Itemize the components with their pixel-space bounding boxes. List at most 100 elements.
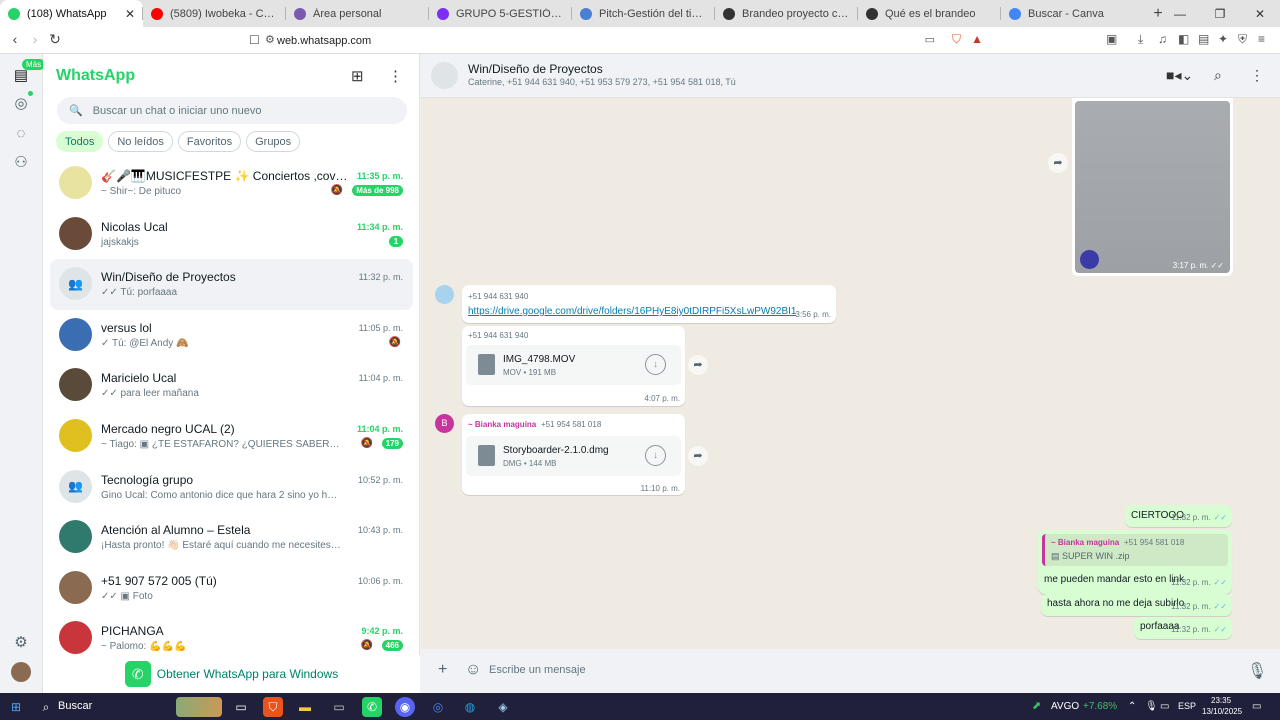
- whatsapp-app: ▤ Más ◎ ◌ ⚇ ⚙ WhatsApp ⊞ ⋮ 🔍 Buscar un c…: [0, 54, 1280, 693]
- app-icon[interactable]: ▭: [329, 697, 349, 717]
- chat-list-item[interactable]: +51 907 572 005 (Tú) 10:06 p. m. ✓✓ ▣ Foto: [50, 563, 413, 614]
- file-explorer-icon[interactable]: ▬: [295, 697, 315, 717]
- whatsapp-taskbar-icon[interactable]: ✆: [362, 697, 382, 717]
- chatgpt-icon: [723, 7, 735, 20]
- menu-dots-icon[interactable]: ⋮: [1250, 67, 1264, 84]
- browser-tab[interactable]: (5809) Iwobeka - Cachudo Soy: [143, 0, 286, 27]
- filter-chip[interactable]: Grupos: [246, 131, 301, 152]
- image-thumbnail[interactable]: 3:17 p. m. ✓✓: [1075, 101, 1230, 273]
- edge-icon[interactable]: ◍: [460, 697, 480, 717]
- profile-avatar[interactable]: [11, 662, 31, 682]
- forward-icon[interactable]: ➦: [1048, 153, 1068, 173]
- communities-icon[interactable]: ⚇: [11, 153, 31, 173]
- canva-icon: [437, 7, 449, 20]
- chat-name: versus lol: [101, 320, 152, 335]
- forward-icon[interactable]: ›: [25, 31, 45, 47]
- back-icon[interactable]: ‹: [5, 31, 25, 47]
- chat-name: PICHANGA: [101, 624, 164, 639]
- browser-tab[interactable]: Pitch-Gestión del tiempo - Doc: [572, 0, 715, 27]
- chrome-icon[interactable]: ◎: [428, 697, 448, 717]
- vpn-icon[interactable]: ⛨: [1238, 32, 1247, 47]
- channels-icon[interactable]: ◌: [11, 124, 31, 144]
- chat-list-item[interactable]: versus lol 11:05 p. m. ✓ Tú: @El Andy 🙈 🔕: [50, 310, 413, 361]
- chat-list-item[interactable]: 👥 Win/Diseño de Proyectos 11:32 p. m. ✓✓ Tú…: [50, 259, 413, 310]
- discord-icon[interactable]: ◉: [395, 697, 415, 717]
- chat-list-item[interactable]: Mercado negro UCAL (2) 11:04 p. m. ~ Tiago…: [50, 411, 413, 462]
- file-attachment[interactable]: Storyboarder-2.1.0.dmg DMG • 144 MB ↓: [466, 436, 681, 476]
- brave-rewards-icon[interactable]: ▲: [971, 32, 983, 46]
- clock-date[interactable]: 13/10/2025: [1202, 707, 1242, 716]
- taskbar-search-label[interactable]: Buscar: [58, 700, 92, 712]
- new-chat-icon[interactable]: ⊞: [351, 67, 364, 85]
- chat-list-item[interactable]: 🎸🎤🎹MUSICFESTPE ✨ Conciertos ,covers naci…: [50, 158, 413, 209]
- chat-preview: ✓✓ para leer mañana: [101, 388, 199, 400]
- forward-icon[interactable]: ➦: [688, 446, 708, 466]
- search-placeholder: Buscar un chat o iniciar uno nuevo: [92, 104, 262, 117]
- browser-tab[interactable]: Buscar - Canva: [1001, 0, 1144, 27]
- chat-list-item[interactable]: Nicolas Ucal 11:34 p. m. jajskakjs 1: [50, 209, 413, 260]
- tab-search-icon[interactable]: ▣: [1106, 32, 1117, 46]
- stock-trend-icon: ⬈: [1032, 700, 1042, 712]
- windows-taskbar: ⊞ ⌕ Buscar ▭ ⛉ ▬ ▭ ✆ ◉ ◎ ◍ ◈ ⬈ AVGO +7.6…: [0, 693, 1280, 720]
- group-avatar[interactable]: [431, 62, 458, 89]
- clock-time[interactable]: 23:35: [1211, 696, 1231, 705]
- network-icon[interactable]: ▭: [1160, 701, 1169, 712]
- browser-tab[interactable]: GRUPO 5-GESTIÓN DEL TIEMP: [429, 0, 572, 27]
- video-call-icon[interactable]: ■◂⌄: [1166, 67, 1193, 84]
- attach-plus-icon[interactable]: +: [438, 661, 447, 679]
- image-message[interactable]: 3:17 p. m. ✓✓: [1072, 98, 1233, 276]
- menu-dots-icon[interactable]: ⋮: [388, 67, 403, 85]
- filter-chip[interactable]: Favoritos: [177, 131, 242, 152]
- status-icon[interactable]: ◎: [11, 94, 31, 114]
- brave-shield-icon[interactable]: ⛉: [952, 32, 961, 47]
- download-icon[interactable]: ↓: [645, 354, 666, 375]
- chat-list-item[interactable]: Atención al Alumno – Estela 10:43 p. m. ¡H…: [50, 512, 413, 563]
- app-icon[interactable]: ◈: [493, 697, 513, 717]
- task-view-icon[interactable]: ▭: [231, 697, 251, 717]
- download-icon[interactable]: ⤓: [1138, 32, 1143, 47]
- wallet-icon[interactable]: ▤: [1198, 32, 1209, 46]
- download-icon[interactable]: ↓: [645, 445, 666, 466]
- microphone-icon[interactable]: 🎙: [1247, 661, 1267, 681]
- search-icon[interactable]: ⌕: [36, 697, 56, 717]
- browser-tab[interactable]: Área personal: [286, 0, 429, 27]
- language-indicator[interactable]: ESP: [1178, 701, 1196, 711]
- minimize-icon[interactable]: —: [1160, 0, 1200, 27]
- search-icon[interactable]: ⌕: [1214, 67, 1222, 84]
- cast-icon[interactable]: ▭: [925, 33, 935, 46]
- music-icon[interactable]: ♫: [1158, 32, 1167, 46]
- chat-sidebar: WhatsApp ⊞ ⋮ 🔍 Buscar un chat o iniciar …: [43, 54, 420, 693]
- get-app-banner[interactable]: ✆ Obtener WhatsApp para Windows: [43, 655, 420, 693]
- bookmark-icon[interactable]: ☐: [249, 33, 260, 47]
- stock-name[interactable]: AVGO: [1051, 701, 1079, 712]
- drive-link[interactable]: https://drive.google.com/drive/folders/1…: [468, 306, 796, 317]
- search-input[interactable]: 🔍 Buscar un chat o iniciar uno nuevo: [57, 97, 407, 124]
- chat-list-item[interactable]: 👥 Tecnología grupo 10:52 p. m. Gino Ucal: C…: [50, 462, 413, 513]
- filter-chip[interactable]: No leídos: [108, 131, 173, 152]
- site-info-icon[interactable]: ⚙: [265, 33, 275, 46]
- brave-icon[interactable]: ⛉: [263, 697, 283, 717]
- forward-icon[interactable]: ➦: [688, 355, 708, 375]
- notification-icon[interactable]: ▭: [1252, 701, 1261, 712]
- browser-tab[interactable]: Qué es el brandeo: [858, 0, 1001, 27]
- sidebar-icon[interactable]: ◧: [1178, 32, 1189, 46]
- leo-icon[interactable]: ✦: [1218, 32, 1228, 46]
- menu-icon[interactable]: ≡: [1258, 32, 1265, 46]
- reload-icon[interactable]: ↻: [45, 31, 65, 48]
- filter-chip[interactable]: Todos: [56, 131, 104, 152]
- tray-overflow-icon[interactable]: ⌃: [1128, 701, 1136, 712]
- browser-tab[interactable]: (108) WhatsApp ✕: [0, 0, 143, 27]
- quoted-message[interactable]: ~ Bianka maguina +51 954 581 018 ▤ SUPER…: [1042, 534, 1228, 566]
- close-window-icon[interactable]: ✕: [1240, 0, 1280, 27]
- close-tab-icon[interactable]: ✕: [125, 7, 135, 21]
- restore-icon[interactable]: ❐: [1200, 0, 1240, 27]
- settings-icon[interactable]: ⚙: [11, 633, 31, 653]
- browser-tab[interactable]: Brandeo proyecto contenido: [715, 0, 858, 27]
- microphone-icon[interactable]: 🎙: [1145, 701, 1158, 712]
- chat-list-item[interactable]: Maricielo Ucal 11:04 p. m. ✓✓ para leer ma…: [50, 360, 413, 411]
- message-input[interactable]: Escribe un mensaje: [479, 654, 1249, 687]
- omnibox[interactable]: ☐ ⚙ web.whatsapp.com ▭ ⛉ ▲: [245, 29, 995, 52]
- windows-start-icon[interactable]: ⊞: [6, 697, 26, 717]
- file-attachment[interactable]: IMG_4798.MOV MOV • 191 MB ↓: [466, 345, 681, 385]
- conversation-header[interactable]: Win/Diseño de Proyectos Caterine, +51 94…: [421, 54, 1280, 98]
